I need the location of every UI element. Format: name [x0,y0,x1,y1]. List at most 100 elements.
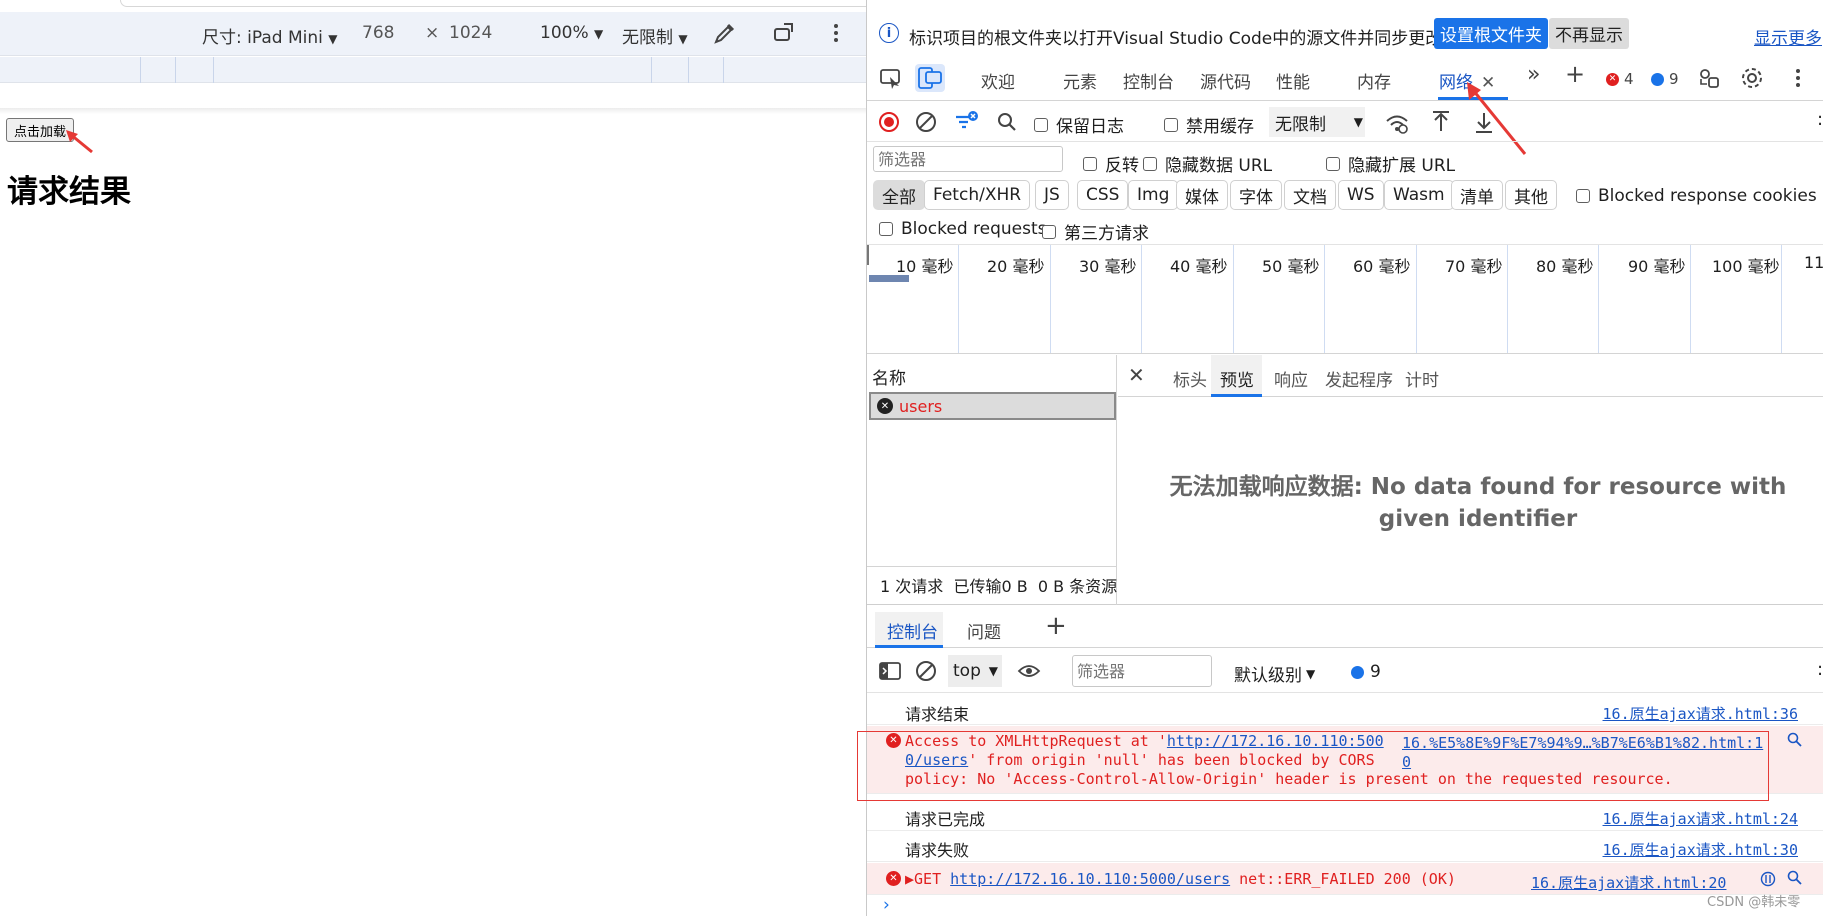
type-filter-manifest[interactable]: 清单 [1451,180,1503,210]
detail-tab-timing[interactable]: 计时 [1405,366,1439,391]
tab-welcome[interactable]: 欢迎 [981,68,1015,93]
request-row-users[interactable]: ✕ users [869,392,1116,420]
blocked-requests-checkbox[interactable]: Blocked requests [879,219,1047,239]
network-request-icon[interactable] [1760,871,1776,891]
clear-icon[interactable] [915,111,937,138]
type-filter-js[interactable]: JS [1035,180,1069,210]
console-sidebar-icon[interactable] [879,662,901,685]
message-count-badge[interactable]: 9 [1651,70,1679,88]
tab-sources[interactable]: 源代码 [1200,68,1251,93]
log-source-link[interactable]: 16.原生ajax请求.html:36 [1603,703,1798,724]
invert-box[interactable] [1083,156,1097,171]
rotate-icon[interactable] [772,20,798,51]
dont-show-again-button[interactable]: 不再显示 [1549,18,1629,49]
console-prompt-icon[interactable]: › [883,895,890,915]
filter-row: 反转 隐藏数据 URL 隐藏扩展 URL [867,143,1823,177]
network-filter-input[interactable] [873,146,1063,172]
type-filter-css[interactable]: CSS [1077,180,1129,210]
expand-triangle[interactable]: ▶GET [905,870,950,888]
live-expression-icon[interactable] [1017,661,1041,686]
throttle-select[interactable]: 无限制 ▼ [622,23,688,48]
device-height-input[interactable]: 1024 [449,23,492,43]
request-name: users [899,396,943,416]
get-url-link[interactable]: http://172.16.10.110:5000/users [950,870,1230,888]
detail-tab-response[interactable]: 响应 [1274,366,1308,391]
import-har-icon[interactable] [1430,109,1452,140]
search-issue-icon[interactable] [1787,732,1803,753]
device-toggle-icon[interactable] [915,64,945,92]
preserve-log-checkbox[interactable]: 保留日志 [1034,112,1124,137]
request-detail-pane: ✕ 标头 预览 响应 发起程序 计时 无法加载响应数据: No data fou… [1118,355,1823,605]
name-column-header[interactable]: 名称 [872,364,906,389]
drawer-tab-issues[interactable]: 问题 [967,618,1001,643]
tab-memory[interactable]: 内存 [1357,68,1391,93]
hide-ext-url-box[interactable] [1326,156,1340,171]
infobar-message: 标识项目的根文件夹以打开Visual Studio Code中的源文件并同步更改… [909,29,1460,49]
error-count-badge[interactable]: ✕ 4 [1606,70,1634,88]
get-source-link[interactable]: 16.原生ajax请求.html:20 [1531,872,1726,893]
device-width-input[interactable]: 768 [362,23,394,43]
more-tabs-icon[interactable]: » [1527,62,1540,87]
context-select[interactable]: top ▼ [948,655,1002,687]
preserve-log-box[interactable] [1034,117,1048,132]
disable-cache-checkbox[interactable]: 禁用缓存 [1164,112,1254,137]
tab-console[interactable]: 控制台 [1123,68,1174,93]
device-size-select[interactable]: 尺寸: iPad Mini ▼ [202,23,337,48]
annotation-arrow-button [66,130,93,154]
network-settings-icon[interactable]: : [1817,109,1823,130]
blocked-requests-box[interactable] [879,222,893,236]
search-icon[interactable] [996,111,1018,138]
third-party-checkbox[interactable]: 第三方请求 [1042,219,1149,244]
network-overview-timeline[interactable]: 10 毫秒 20 毫秒 30 毫秒 40 毫秒 50 毫秒 60 毫秒 70 毫… [867,244,1823,354]
settings-icon[interactable] [1739,65,1765,96]
blocked-cookies-box[interactable] [1576,189,1590,203]
detail-tab-preview[interactable]: 预览 [1220,366,1254,391]
filter-toggle-icon[interactable] [953,109,979,140]
type-filter-other[interactable]: 其他 [1505,180,1557,210]
export-har-icon[interactable] [1473,109,1495,140]
log-source-link[interactable]: 16.原生ajax请求.html:30 [1603,839,1798,860]
timeline-tick: 110 [1804,253,1823,272]
add-tab-icon[interactable]: + [1565,60,1585,88]
hide-ext-url-checkbox[interactable]: 隐藏扩展 URL [1326,151,1455,176]
invert-checkbox[interactable]: 反转 [1083,151,1139,176]
console-clear-icon[interactable] [915,660,937,687]
zoom-select[interactable]: 100% ▼ [540,23,603,43]
console-filter-input[interactable] [1072,655,1212,687]
network-throttle-select[interactable]: 无限制 ▼ [1269,107,1365,137]
disable-cache-box[interactable] [1164,117,1178,132]
network-conditions-icon[interactable] [1384,111,1410,140]
hide-data-url-checkbox[interactable]: 隐藏数据 URL [1143,151,1272,176]
console-message-count[interactable]: 9 [1351,662,1381,682]
record-icon[interactable] [878,111,900,138]
blocked-cookies-checkbox[interactable]: Blocked response cookies [1576,186,1817,206]
devtools-more-icon[interactable] [1794,66,1802,95]
hide-data-url-box[interactable] [1143,156,1157,171]
tab-performance[interactable]: 性能 [1276,68,1310,93]
learn-more-link[interactable]: 显示更多 [1754,24,1822,49]
type-filter-ws[interactable]: WS [1338,180,1384,210]
console-settings-icon[interactable]: : [1817,659,1823,680]
detail-tab-headers[interactable]: 标头 [1173,366,1207,391]
add-drawer-tab-icon[interactable]: + [1045,611,1067,641]
customize-icon[interactable] [1697,66,1721,95]
tab-elements[interactable]: 元素 [1063,68,1097,93]
type-filter-doc[interactable]: 文档 [1284,180,1336,210]
type-filter-img[interactable]: Img [1128,180,1179,210]
type-filter-media[interactable]: 媒体 [1176,180,1228,210]
type-filter-fetch-xhr[interactable]: Fetch/XHR [924,180,1031,210]
close-detail-icon[interactable]: ✕ [1128,363,1145,387]
third-party-box[interactable] [1042,224,1056,239]
search-issue-icon[interactable] [1787,870,1803,890]
set-root-folder-button[interactable]: 设置根文件夹 [1434,18,1548,49]
drawer-tab-console[interactable]: 控制台 [887,618,938,643]
device-more-icon[interactable] [832,20,840,51]
inspect-element-icon[interactable] [879,68,903,95]
eyedropper-icon[interactable] [712,20,738,51]
type-filter-wasm[interactable]: Wasm [1384,180,1454,210]
type-filter-all[interactable]: 全部 [873,180,925,210]
log-level-select[interactable]: 默认级别 ▼ [1234,661,1315,686]
type-filter-font[interactable]: 字体 [1230,180,1282,210]
detail-tab-initiator[interactable]: 发起程序 [1325,366,1393,391]
log-source-link[interactable]: 16.原生ajax请求.html:24 [1603,808,1798,829]
